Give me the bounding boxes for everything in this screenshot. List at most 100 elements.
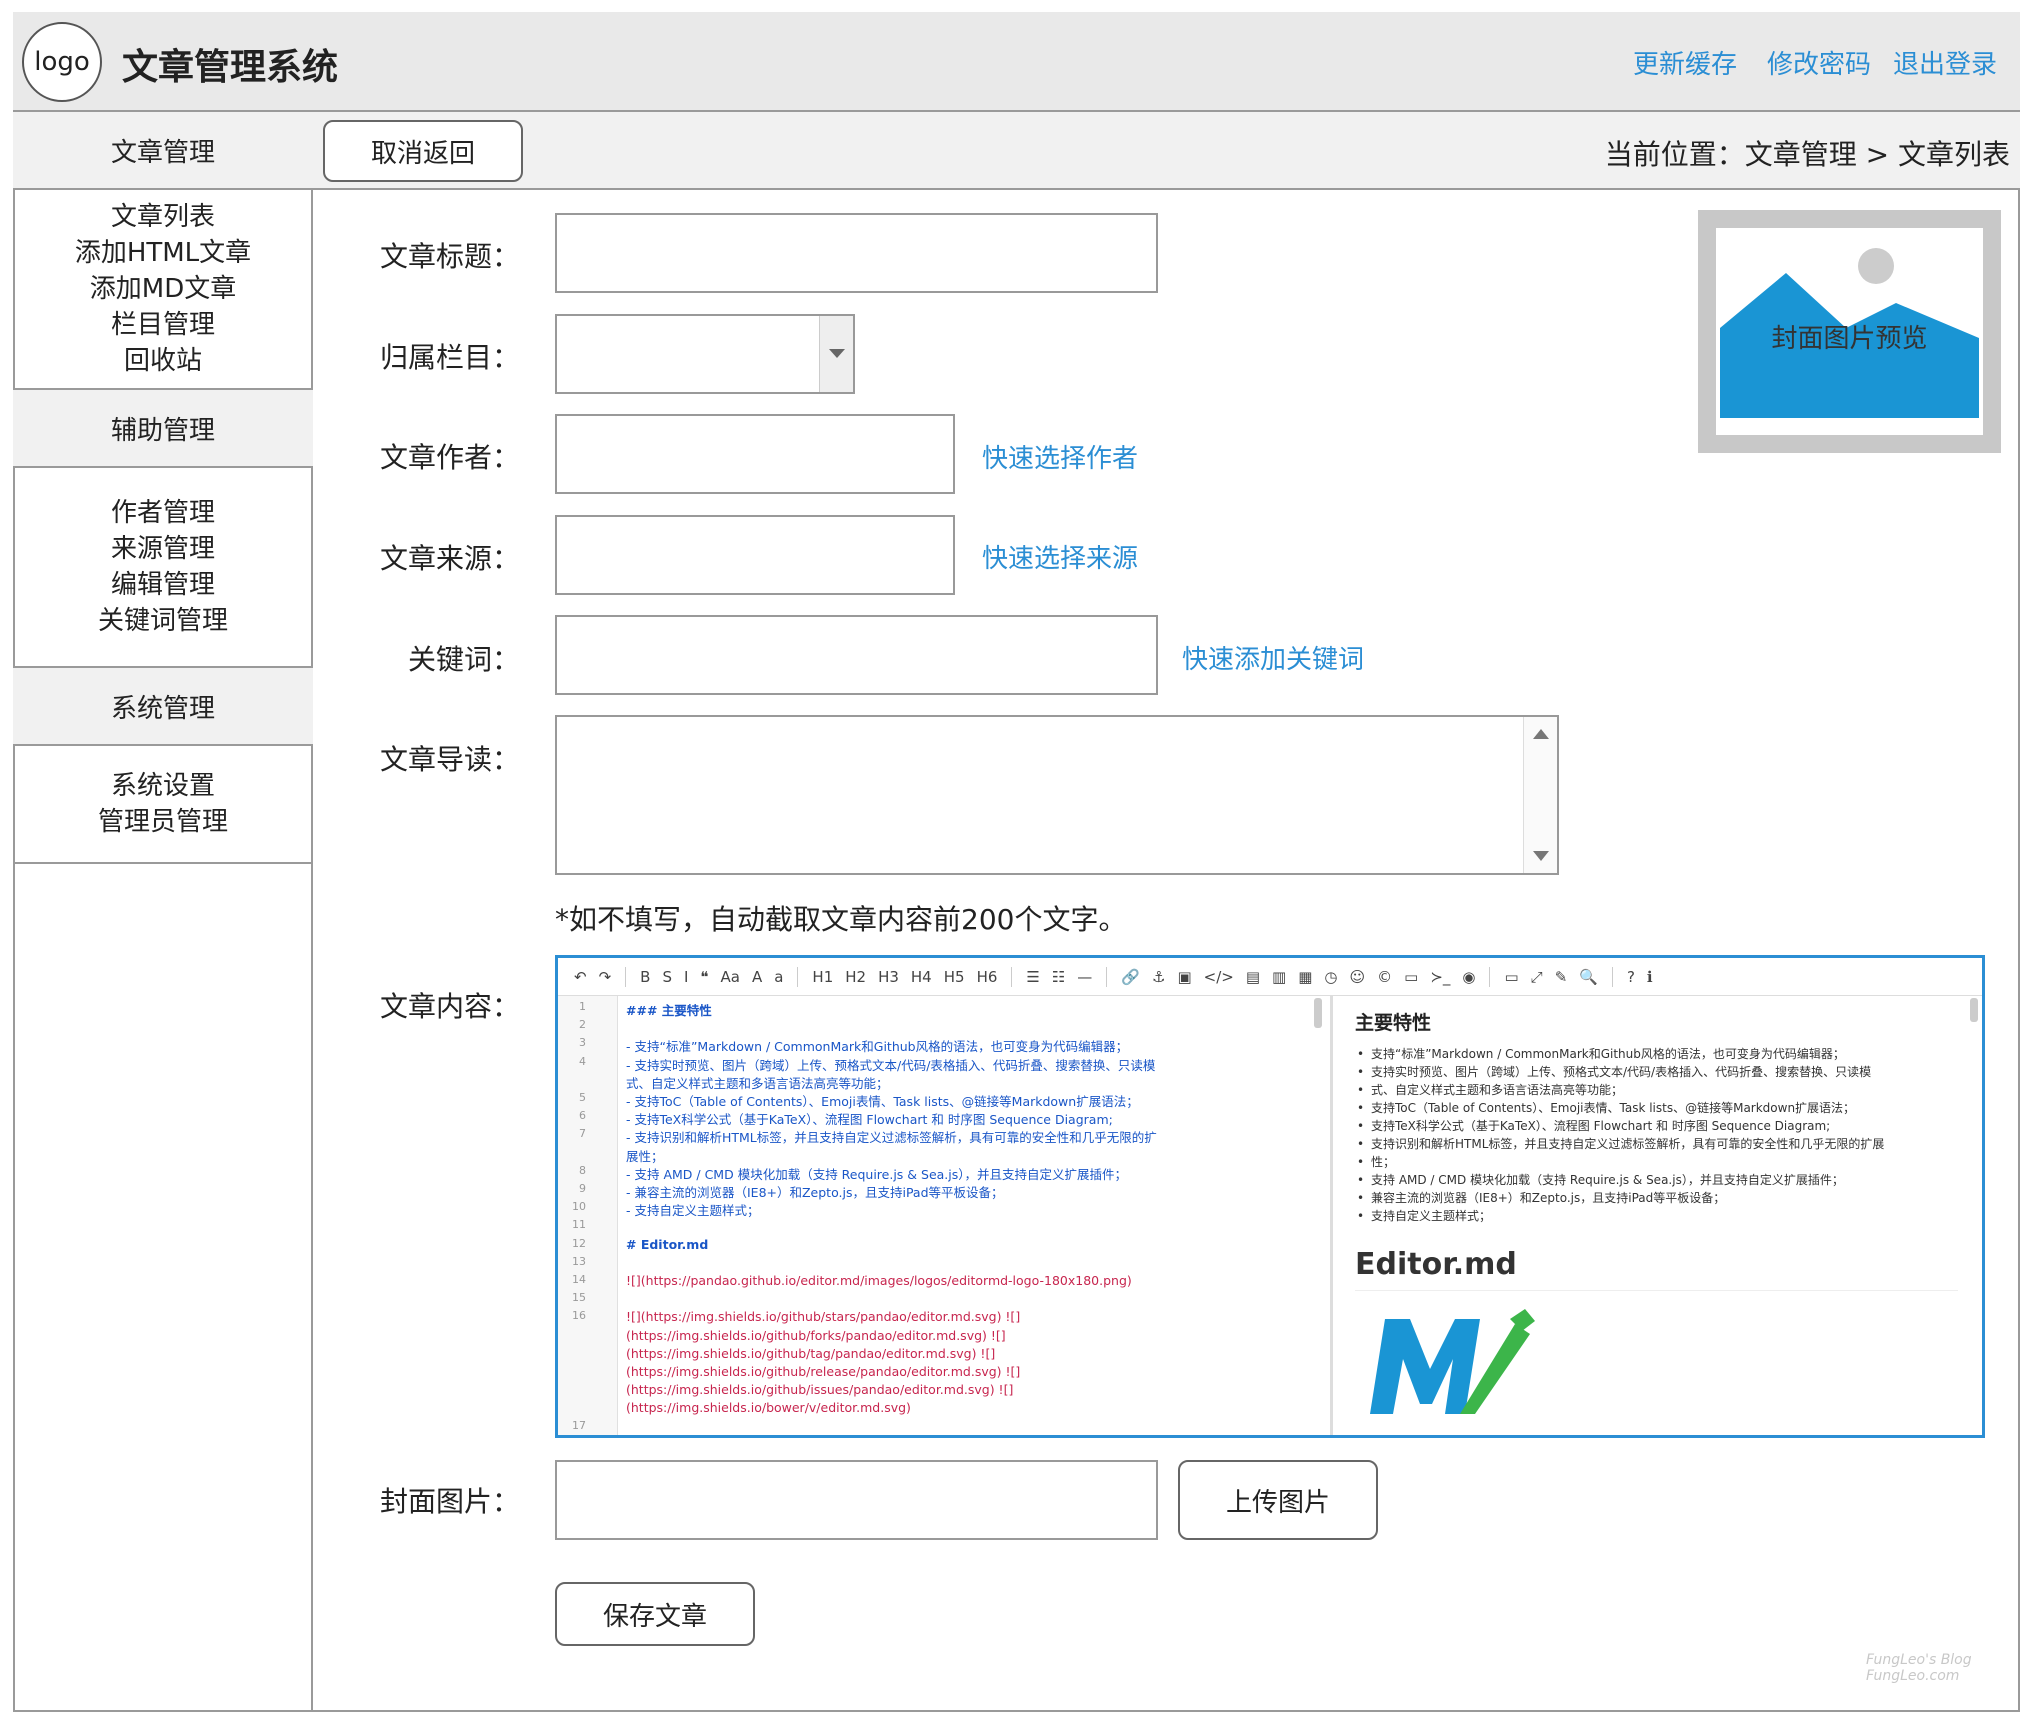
logout-link[interactable]: 退出登录 <box>1893 44 1997 81</box>
toolbar-button[interactable]: Aa <box>721 968 740 986</box>
editor-preview: 主要特性 支持“标准”Markdown / CommonMark和Github风… <box>1330 996 1980 1435</box>
category-select[interactable] <box>555 314 855 394</box>
toolbar-button[interactable]: ❝ <box>700 968 708 986</box>
toolbar-button[interactable]: S <box>662 968 672 986</box>
toolbar-button[interactable]: I <box>684 968 688 986</box>
code-line: - 支持自定义主题样式； <box>626 1203 760 1219</box>
code-line: - 支持 AMD / CMD 模块化加载（支持 Require.js & Sea… <box>626 1166 1128 1182</box>
quick-keyword-link[interactable]: 快速添加关键词 <box>1182 639 1364 676</box>
quick-author-link[interactable]: 快速选择作者 <box>982 438 1138 475</box>
toolbar-button[interactable]: ✎ <box>1555 968 1568 986</box>
toolbar-button[interactable]: — <box>1077 968 1092 986</box>
sidebar-item-category[interactable]: 栏目管理 <box>111 307 215 343</box>
toolbar-button[interactable]: ☰ <box>1026 968 1039 986</box>
code-line: (https://img.shields.io/github/issues/pa… <box>626 1382 1014 1398</box>
toolbar-button[interactable]: ⤢ <box>1531 968 1543 986</box>
toolbar-button[interactable]: H6 <box>977 968 998 986</box>
line-number: 6 <box>579 1109 586 1123</box>
toolbar-button[interactable]: 🔍 <box>1579 968 1598 986</box>
toolbar-button[interactable]: ↷ <box>599 968 612 986</box>
preview-title: Editor.md <box>1355 1247 1958 1291</box>
sidebar-item-recycle[interactable]: 回收站 <box>124 343 202 379</box>
upload-image-button[interactable]: 上传图片 <box>1178 1460 1378 1540</box>
title-input[interactable] <box>555 213 1158 293</box>
toolbar-button[interactable]: a <box>774 968 783 986</box>
cancel-back-button[interactable]: 取消返回 <box>323 120 523 182</box>
editor-code-area[interactable]: ### 主要特性 - 支持“标准”Markdown / CommonMark和Gi… <box>620 996 1320 1435</box>
toolbar-button[interactable]: ⚓ <box>1152 968 1165 986</box>
preview-list: 支持“标准”Markdown / CommonMark和Github风格的语法，… <box>1355 1045 1958 1225</box>
intro-hint: *如不填写，自动截取文章内容前200个文字。 <box>555 903 1127 936</box>
preview-list-item: 支持ToC（Table of Contents）、Emoji表情、Task li… <box>1357 1099 1958 1117</box>
sidebar-item-author[interactable]: 作者管理 <box>111 495 215 531</box>
toolbar-button[interactable]: 🔗 <box>1121 968 1140 986</box>
markdown-editor[interactable]: ↶ ↷ B S I ❝ Aa Aa H1 H2 H3 H4 H5 H6 ☰ ☷ — 🔗 ⚓ ▣ </> ▤ ▥ ▦ ◷ ☺ © ▭ ≻_… <box>555 955 1985 1438</box>
line-number: 2 <box>579 1018 586 1032</box>
preview-list-item: 兼容主流的浏览器（IE8+）和Zepto.js，且支持iPad等平板设备； <box>1357 1189 1958 1207</box>
sidebar-item-add-html[interactable]: 添加HTML文章 <box>75 235 251 271</box>
sidebar-item-admins[interactable]: 管理员管理 <box>98 804 228 840</box>
sidebar-item-settings[interactable]: 系统设置 <box>111 768 215 804</box>
preview-list-item: 支持TeX科学公式（基于KaTeX）、流程图 Flowchart 和 时序图 S… <box>1357 1117 1958 1135</box>
toolbar-separator <box>1611 966 1613 987</box>
preview-scrollbar-thumb[interactable] <box>1970 998 1978 1022</box>
code-line: (https://img.shields.io/bower/v/editor.m… <box>626 1400 911 1416</box>
cover-input[interactable] <box>555 1460 1158 1540</box>
line-number: 14 <box>572 1273 586 1286</box>
toolbar-button[interactable]: B <box>640 968 650 986</box>
author-input[interactable] <box>555 414 955 494</box>
toolbar-button[interactable]: ◷ <box>1324 968 1337 986</box>
sidebar-item-add-md[interactable]: 添加MD文章 <box>90 271 236 307</box>
sidebar-item-article-list[interactable]: 文章列表 <box>111 199 215 235</box>
sidebar-section-system[interactable]: 系统管理 <box>13 668 313 746</box>
scroll-down-icon[interactable] <box>1533 851 1549 861</box>
sidebar-section-aux[interactable]: 辅助管理 <box>13 390 313 468</box>
toolbar-button[interactable]: ▦ <box>1298 968 1312 986</box>
toolbar-button[interactable]: A <box>752 968 762 986</box>
toolbar-button[interactable]: ▭ <box>1404 968 1418 986</box>
sidebar-item-source[interactable]: 来源管理 <box>111 531 215 567</box>
toolbar-button[interactable]: H3 <box>878 968 899 986</box>
toolbar-button[interactable]: H5 <box>944 968 965 986</box>
sidebar-item-editor[interactable]: 编辑管理 <box>111 567 215 603</box>
toolbar-button[interactable]: ℹ <box>1647 968 1653 986</box>
toolbar-button[interactable]: ▣ <box>1177 968 1191 986</box>
scroll-up-icon[interactable] <box>1533 729 1549 739</box>
line-number: 3 <box>579 1036 586 1050</box>
change-password-link[interactable]: 修改密码 <box>1767 44 1871 81</box>
toolbar-button[interactable]: ◉ <box>1462 968 1475 986</box>
preview-list-item: 支持“标准”Markdown / CommonMark和Github风格的语法，… <box>1357 1045 1958 1063</box>
source-input[interactable] <box>555 515 955 595</box>
toolbar-button[interactable]: © <box>1377 968 1392 986</box>
toolbar-button[interactable]: ☷ <box>1052 968 1065 986</box>
code-line: 式、自定义样式主题和多语言语法高亮等功能； <box>626 1075 889 1091</box>
code-line: - 支持“标准”Markdown / CommonMark和Github风格的语… <box>626 1039 1129 1055</box>
code-line: ### 主要特性 <box>626 1003 712 1018</box>
intro-scrollbar[interactable] <box>1523 717 1557 873</box>
toolbar-separator <box>1489 966 1491 987</box>
intro-textarea[interactable] <box>555 715 1559 875</box>
sidebar-item-keyword[interactable]: 关键词管理 <box>98 603 228 639</box>
toolbar-button[interactable]: H4 <box>911 968 932 986</box>
toolbar-button[interactable]: ▥ <box>1272 968 1286 986</box>
cover-label: 封面图片： <box>379 1485 520 1518</box>
toolbar-button[interactable]: </> <box>1204 968 1234 986</box>
toolbar-button[interactable]: ↶ <box>574 968 587 986</box>
save-article-button[interactable]: 保存文章 <box>555 1582 755 1646</box>
code-line: - 兼容主流的浏览器（IE8+）和Zepto.js，且支持iPad等平板设备； <box>626 1185 1004 1200</box>
code-line: (https://img.shields.io/github/tag/panda… <box>626 1345 996 1361</box>
toolbar-button[interactable]: ≻_ <box>1430 968 1450 986</box>
toolbar-button[interactable]: ? <box>1627 968 1635 986</box>
keywords-input[interactable] <box>555 615 1158 695</box>
sidebar-section-article[interactable]: 文章管理 <box>13 112 313 190</box>
toolbar-button[interactable]: ☺ <box>1349 968 1365 986</box>
code-scrollbar-thumb[interactable] <box>1314 998 1322 1028</box>
chevron-down-icon[interactable] <box>819 316 853 392</box>
toolbar-button[interactable]: ▭ <box>1504 968 1518 986</box>
toolbar-button[interactable]: H2 <box>845 968 866 986</box>
refresh-cache-link[interactable]: 更新缓存 <box>1633 44 1737 81</box>
code-line: - 支持ToC（Table of Contents）、Emoji表情、Task … <box>626 1094 1139 1109</box>
quick-source-link[interactable]: 快速选择来源 <box>982 538 1138 575</box>
toolbar-button[interactable]: H1 <box>812 968 833 986</box>
toolbar-button[interactable]: ▤ <box>1246 968 1260 986</box>
